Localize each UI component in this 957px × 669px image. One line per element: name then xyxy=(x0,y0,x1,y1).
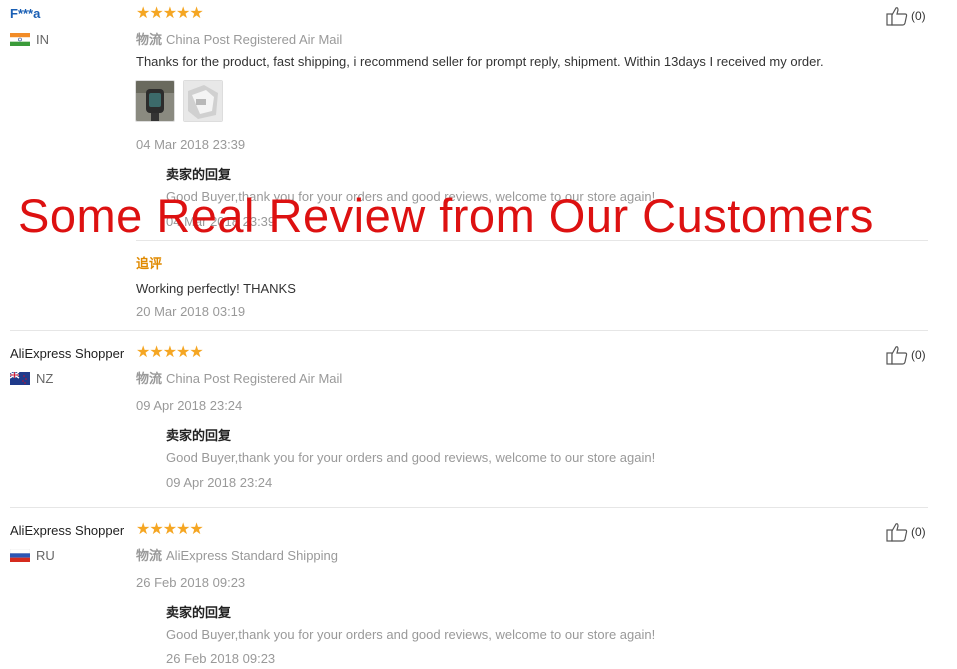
review-divider xyxy=(10,330,928,331)
reviewer-country: RU xyxy=(10,548,55,563)
helpful-button[interactable]: (0) xyxy=(886,6,926,26)
followup-text: Working perfectly! THANKS xyxy=(136,281,296,296)
photo-package-image xyxy=(184,81,222,121)
shipping-value: China Post Registered Air Mail xyxy=(166,32,343,47)
review-divider xyxy=(10,507,928,508)
seller-reply-date: 09 Apr 2018 23:24 xyxy=(166,475,273,490)
seller-reply-date: 26 Feb 2018 09:23 xyxy=(166,651,276,666)
reviewer-name: AliExpress Shopper xyxy=(10,346,125,361)
shipping-label: 物流 xyxy=(136,32,163,47)
helpful-count: (0) xyxy=(911,9,926,23)
shipping-label: 物流 xyxy=(136,548,163,563)
reviewer-country: NZ xyxy=(10,371,53,386)
helpful-count: (0) xyxy=(911,348,926,362)
review-date: 09 Apr 2018 23:24 xyxy=(136,398,243,413)
shipping-value: China Post Registered Air Mail xyxy=(166,371,343,386)
thumbs-up-icon xyxy=(886,523,908,542)
review-date: 26 Feb 2018 09:23 xyxy=(136,575,246,590)
thumbs-up-icon xyxy=(886,7,908,26)
helpful-count: (0) xyxy=(911,525,926,539)
seller-reply-text: Good Buyer,thank you for your orders and… xyxy=(166,627,656,642)
shipping-method: 物流 China Post Registered Air Mail xyxy=(136,29,342,48)
country-code: IN xyxy=(36,32,49,47)
helpful-button[interactable]: (0) xyxy=(886,345,926,365)
review-photo-thumbnail[interactable] xyxy=(183,80,223,122)
followup-heading: 追评 xyxy=(136,256,163,271)
seller-reply-heading: 卖家的回复 xyxy=(166,605,232,620)
shipping-label: 物流 xyxy=(136,371,163,386)
flag-new-zealand-icon xyxy=(10,372,30,385)
country-code: RU xyxy=(36,548,55,563)
reviewer-country: IN xyxy=(10,32,49,47)
shipping-method: 物流 China Post Registered Air Mail xyxy=(136,368,342,387)
star-rating: ★★★★★ xyxy=(136,344,204,361)
seller-reply-text: Good Buyer,thank you for your orders and… xyxy=(166,450,656,465)
flag-india-icon xyxy=(10,33,30,46)
shipping-value: AliExpress Standard Shipping xyxy=(166,548,339,563)
seller-reply-heading: 卖家的回复 xyxy=(166,428,232,443)
review-photo-thumbnail[interactable] xyxy=(135,80,175,122)
review-date: 04 Mar 2018 23:39 xyxy=(136,137,246,152)
helpful-button[interactable]: (0) xyxy=(886,522,926,542)
reviewer-name: AliExpress Shopper xyxy=(10,523,125,538)
star-rating: ★★★★★ xyxy=(136,521,204,538)
overlay-banner-text: Some Real Review from Our Customers xyxy=(18,189,874,242)
star-rating: ★★★★★ xyxy=(136,5,204,22)
thumbs-up-icon xyxy=(886,346,908,365)
flag-russia-icon xyxy=(10,549,30,562)
seller-reply-heading: 卖家的回复 xyxy=(166,167,232,182)
reviewer-name[interactable]: F***a xyxy=(10,6,40,21)
followup-date: 20 Mar 2018 03:19 xyxy=(136,304,246,319)
country-code: NZ xyxy=(36,371,54,386)
photo-watch-image xyxy=(136,81,174,121)
review-text: Thanks for the product, fast shipping, i… xyxy=(136,54,824,69)
shipping-method: 物流 AliExpress Standard Shipping xyxy=(136,545,338,564)
